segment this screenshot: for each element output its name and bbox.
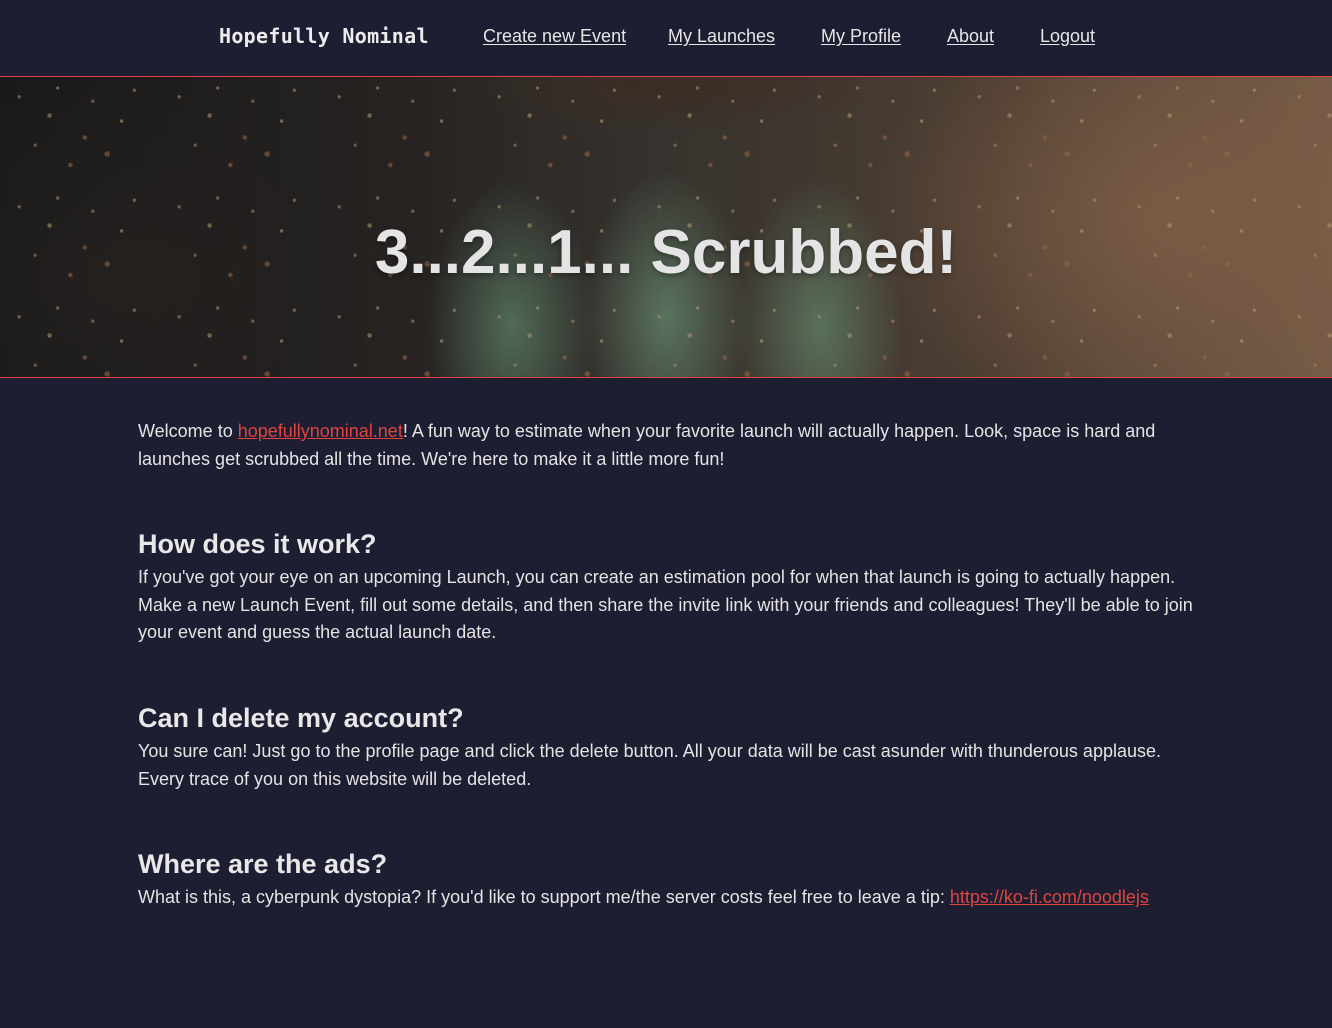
brand-logo[interactable]: Hopefully Nominal xyxy=(219,24,429,48)
hero-title: 3...2...1... Scrubbed! xyxy=(374,218,958,287)
faq-heading: Where are the ads? xyxy=(138,849,388,880)
nav-link-create-event[interactable]: Create new Event xyxy=(483,26,626,47)
faq-answer: What is this, a cyberpunk dystopia? If y… xyxy=(138,887,1149,908)
nav-link-my-launches[interactable]: My Launches xyxy=(668,26,775,47)
faq-heading: Can I delete my account? xyxy=(138,702,464,733)
faq-answer: If you've got your eye on an upcoming La… xyxy=(138,567,1193,643)
nav-link-my-profile[interactable]: My Profile xyxy=(821,26,901,47)
faq-answer: You sure can! Just go to the profile pag… xyxy=(138,740,1161,789)
nav-link-about[interactable]: About xyxy=(947,26,994,47)
hero-banner: 3...2...1... Scrubbed! xyxy=(0,77,1332,378)
faq-heading: How does it work? xyxy=(138,529,377,560)
navbar: Hopefully Nominal Create new Event My La… xyxy=(0,0,1332,77)
faq-how-it-works: How does it work? If you've got your eye… xyxy=(138,529,1196,647)
faq-delete-account: Can I delete my account? You sure can! J… xyxy=(138,703,1196,793)
nav-link-logout[interactable]: Logout xyxy=(1040,26,1095,47)
site-link[interactable]: hopefullynominal.net xyxy=(238,421,403,441)
main-content: Welcome to hopefullynominal.net! A fun w… xyxy=(138,418,1196,912)
intro-paragraph: Welcome to hopefullynominal.net! A fun w… xyxy=(138,421,1156,469)
ko-fi-link[interactable]: https://ko-fi.com/noodlejs xyxy=(950,887,1149,907)
faq-ads: Where are the ads? What is this, a cyber… xyxy=(138,849,1196,912)
